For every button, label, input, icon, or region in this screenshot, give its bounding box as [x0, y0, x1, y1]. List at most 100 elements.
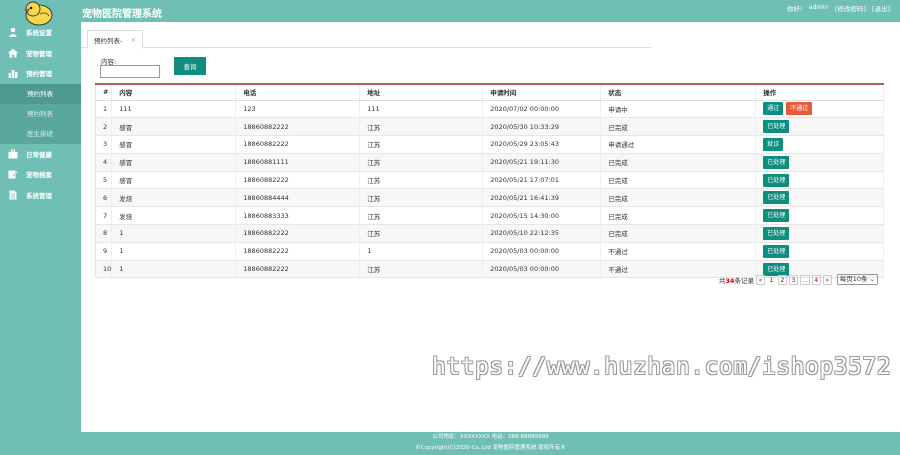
query-button[interactable]: 查询 [174, 57, 206, 75]
footer-address: 公司地址：XXXXXXXX 电话：088-88889999 [432, 434, 549, 440]
cell-address: 江苏 [359, 135, 484, 154]
sidebar-item-label: 日常健康 [26, 150, 52, 159]
sidebar-item-daily-health[interactable]: 日常健康 [0, 144, 81, 165]
column-header: 状态 [600, 85, 757, 101]
cell-time: 2020/05/21 19:11:30 [482, 153, 602, 172]
total-records: 共34条记录 [718, 276, 754, 285]
cell-status: 已完成 [600, 188, 757, 208]
cell-content: 111 [111, 100, 237, 119]
column-header: 电话 [235, 85, 361, 101]
cell-time: 2020/05/30 10:33:29 [482, 117, 602, 137]
cell-status: 已完成 [600, 171, 757, 190]
cell-status: 已完成 [600, 153, 757, 172]
table-row: 1 111 123 111 2020/07/02 00:00:00 申请中 通过 不通过 [95, 100, 884, 119]
cell-id: 5 [95, 171, 113, 190]
column-header: 操作 [755, 85, 884, 101]
cell-id: 1 [95, 100, 113, 119]
cell-time: 2020/05/15 14:30:00 [482, 206, 602, 226]
user-menu: 你好! admin [修改密码] [退出] [787, 3, 890, 13]
next-page-button[interactable]: » [822, 274, 832, 285]
sidebar-subitem-doctor-schedule[interactable]: 医生排班 [0, 123, 81, 144]
column-header: 内容 [111, 85, 237, 101]
cell-content: 发烧 [111, 206, 237, 226]
cell-status: 申请中 [600, 100, 757, 119]
cell-address: 江苏 [359, 206, 484, 226]
logout-link[interactable]: [退出] [872, 3, 890, 13]
tab-label: 预约列表- [94, 36, 123, 45]
cell-address: 江苏 [359, 260, 484, 279]
cell-id: 8 [95, 224, 113, 243]
visit-button[interactable]: 就诊 [763, 137, 784, 151]
sidebar-item-appointment-management[interactable]: 预约管理 [0, 63, 81, 84]
cell-actions: 就诊 [755, 135, 884, 154]
sidebar-item-system-management[interactable]: 系统管理 [0, 185, 81, 206]
cell-actions: 已处理 [755, 117, 884, 137]
search-input[interactable] [100, 65, 160, 78]
cell-time: 2020/07/02 00:00:00 [482, 100, 602, 119]
processed-button[interactable]: 已处理 [763, 226, 790, 240]
cell-actions: 已处理 [755, 242, 884, 261]
cell-content: 1 [111, 224, 237, 243]
briefcase-icon [8, 149, 18, 159]
cell-status: 已完成 [600, 206, 757, 226]
prev-page-button[interactable]: « [755, 274, 765, 285]
cell-content: 感冒 [111, 153, 237, 172]
processed-button[interactable]: 已处理 [763, 120, 790, 134]
cell-id: 4 [95, 153, 113, 172]
cell-phone: 18860882222 [235, 171, 361, 190]
app-title: 宠物医院管理系统 [82, 9, 162, 20]
appointment-table: # 内容 电话 地址 申请时间 状态 操作 1 111 123 111 2020/07/… [95, 83, 884, 279]
column-header: 申请时间 [482, 85, 602, 101]
username-link[interactable]: admin [808, 3, 828, 13]
page-button-4[interactable]: 4 [811, 274, 821, 285]
sidebar-item-label: 预约管理 [26, 70, 52, 79]
table-row: 3 感冒 18860882222 江苏 2020/05/29 23:05:43 申请通过就… [95, 135, 884, 154]
column-header: # [95, 85, 113, 101]
approve-button[interactable]: 通过 [763, 102, 784, 116]
sidebar-item-label: 系统设置 [26, 29, 52, 38]
processed-button[interactable]: 已处理 [763, 173, 790, 187]
processed-button[interactable]: 已处理 [763, 191, 790, 205]
cell-content: 发烧 [111, 188, 237, 208]
tab-appointment-list[interactable]: 预约列表- × [87, 30, 144, 49]
cell-actions: 已处理 [755, 206, 884, 226]
cell-time: 2020/05/29 23:05:43 [482, 135, 602, 154]
processed-button[interactable]: 已处理 [763, 155, 790, 169]
duck-logo-icon [20, 0, 56, 26]
per-page-select[interactable]: 每页10条 ⌄ [836, 274, 878, 285]
cell-address: 江苏 [359, 224, 484, 243]
cell-phone: 18860882222 [235, 242, 361, 261]
close-icon[interactable]: × [130, 36, 136, 44]
cell-content: 感冒 [111, 135, 237, 154]
cell-actions: 已处理 [755, 188, 884, 208]
processed-button[interactable]: 已处理 [763, 244, 790, 258]
edit-icon [8, 169, 18, 179]
sidebar-item-pet-records[interactable]: 宠物档案 [0, 164, 81, 185]
cell-id: 9 [95, 242, 113, 261]
page-button-3[interactable]: 3 [788, 274, 798, 285]
page-button-2[interactable]: 2 [777, 274, 787, 285]
page-button-1[interactable]: 1 [767, 275, 776, 285]
top-bar: 宠物医院管理系统 你好! admin [修改密码] [退出] [0, 0, 900, 22]
sidebar-item-label: 系统管理 [26, 191, 52, 200]
change-password-link[interactable]: [修改密码] [835, 3, 866, 13]
cell-address: 江苏 [359, 153, 484, 172]
sidebar-subitem-appointment-list-2[interactable]: 预约列表 [0, 103, 81, 124]
cell-content: 感冒 [111, 117, 237, 137]
table-header-row: # 内容 电话 地址 申请时间 状态 操作 [95, 85, 884, 101]
cell-id: 2 [95, 117, 113, 137]
sidebar-item-pet-management[interactable]: 宠物管理 [0, 43, 81, 64]
processed-button[interactable]: 已处理 [763, 209, 790, 223]
sidebar-item-label: 宠物管理 [26, 49, 52, 58]
cell-address: 江苏 [359, 188, 484, 208]
column-header: 地址 [359, 85, 484, 101]
cell-id: 3 [95, 135, 113, 154]
cell-content: 1 [111, 242, 237, 261]
table-row: 2 感冒 18860882222 江苏 2020/05/30 10:33:29 已完成 已处… [95, 117, 884, 137]
table-row: 4 感冒 18860881111 江苏 2020/05/21 19:11:30 已完成 已处… [95, 153, 884, 172]
reject-button[interactable]: 不通过 [786, 102, 813, 116]
cell-actions: 已处理 [755, 224, 884, 243]
cell-phone: 18860884444 [235, 188, 361, 208]
sidebar-subitem-appointment-list[interactable]: 预约列表 [0, 83, 81, 104]
cell-phone: 18860882222 [235, 224, 361, 243]
